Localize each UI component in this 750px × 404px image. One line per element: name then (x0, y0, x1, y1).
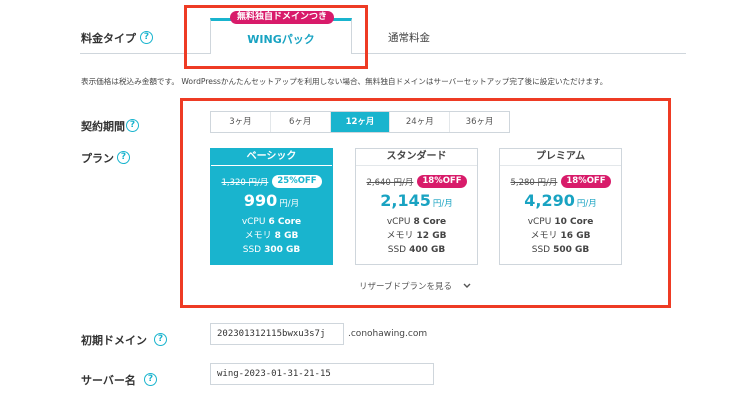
highlight-box-tab (184, 5, 368, 69)
server-name-input[interactable]: wing-2023-01-31-21-15 (210, 363, 434, 385)
initial-domain-help-icon[interactable]: ? (154, 333, 167, 346)
price-note: 表示価格は税込み金額です。 WordPressかんたんセットアップを利用しない場… (81, 77, 608, 86)
initial-domain-label: 初期ドメイン (81, 334, 147, 347)
contract-period-label: 契約期間 (81, 120, 125, 133)
tab-regular-price[interactable]: 通常料金 (388, 30, 430, 45)
highlight-box-plan (180, 98, 671, 308)
plan-type-help-icon[interactable]: ? (140, 31, 153, 44)
plan-label: プラン (81, 152, 114, 165)
contract-period-help-icon[interactable]: ? (126, 119, 139, 132)
server-name-help-icon[interactable]: ? (144, 373, 157, 386)
domain-suffix: .conohawing.com (348, 329, 428, 339)
plan-type-label: 料金タイプ (81, 32, 136, 45)
tab-divider (80, 53, 686, 54)
initial-domain-input[interactable]: 202301312115bwxu3s7j (210, 323, 344, 345)
plan-help-icon[interactable]: ? (117, 151, 130, 164)
server-name-label: サーバー名 (81, 374, 136, 387)
